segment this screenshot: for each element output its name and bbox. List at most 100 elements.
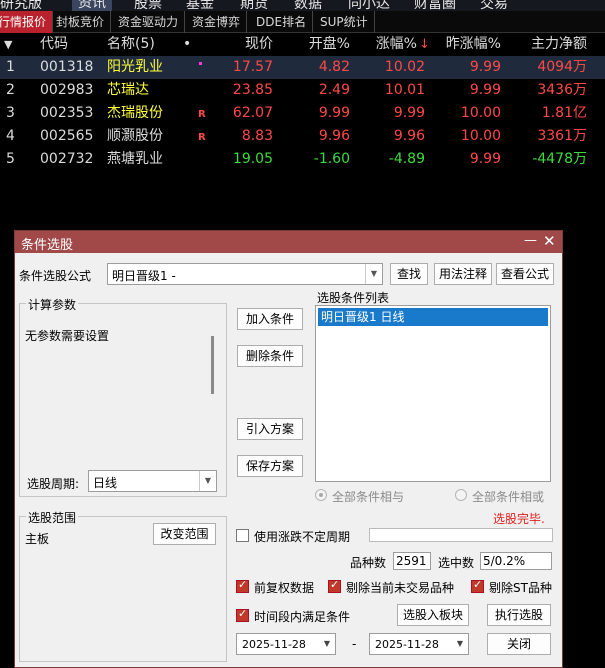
- row-prev-change-pct: 10.00: [460, 105, 501, 121]
- chevron-down-icon[interactable]: ▼: [452, 634, 468, 654]
- exclude-untraded-label: 剔除当前未交易品种: [346, 581, 455, 595]
- table-row[interactable]: 4 002565 顺灏股份 R 8.83 9.96 9.96 10.00 336…: [0, 125, 605, 148]
- close-icon[interactable]: ✕: [543, 232, 556, 250]
- row-index: 4: [6, 128, 15, 144]
- row-index: 5: [6, 151, 15, 167]
- header-net-inflow[interactable]: 主力净额: [505, 33, 587, 56]
- menu-item-futures[interactable]: 期货: [240, 0, 268, 11]
- menu-item-fund[interactable]: 基金: [186, 0, 214, 11]
- radio-and[interactable]: [315, 489, 327, 501]
- row-price: 19.05: [232, 151, 273, 167]
- date-from-picker[interactable]: 2025-11-28 ▼: [236, 633, 336, 655]
- menu-item-info[interactable]: 资讯: [72, 0, 112, 11]
- fq-data-checkbox[interactable]: [236, 578, 249, 593]
- menu-item-stock[interactable]: 股票: [134, 0, 162, 11]
- table-row[interactable]: 3 002353 杰瑞股份 R 62.07 9.99 9.99 10.00 1.…: [0, 102, 605, 125]
- menu-item-data[interactable]: 数据: [294, 0, 322, 11]
- view-formula-button[interactable]: 查看公式: [496, 263, 554, 285]
- minimize-icon[interactable]: —: [524, 233, 537, 248]
- tab-capital-drive[interactable]: 资金驱动力: [112, 11, 186, 33]
- row-change-pct: 9.96: [393, 128, 425, 144]
- row-net-inflow: 3436万: [537, 82, 587, 98]
- period-label: 选股周期:: [27, 477, 80, 491]
- row-name: 杰瑞股份: [107, 105, 163, 121]
- header-price[interactable]: 现价: [200, 33, 273, 56]
- uncertain-period-field[interactable]: [369, 528, 553, 542]
- dialog-title: 条件选股: [21, 238, 74, 253]
- row-net-inflow: 3361万: [537, 128, 587, 144]
- add-condition-button[interactable]: 加入条件: [237, 308, 303, 330]
- tab-limit-bidding[interactable]: 封板竞价: [50, 11, 112, 33]
- dialog-titlebar[interactable]: 条件选股 — ✕: [15, 231, 562, 253]
- add-to-block-button[interactable]: 选股入板块: [397, 604, 469, 626]
- condition-list[interactable]: 明日晋级1 日线: [315, 305, 551, 482]
- scroll-thumb[interactable]: [211, 336, 214, 394]
- list-item[interactable]: 明日晋级1 日线: [318, 308, 548, 326]
- range-group-title: 选股范围: [26, 509, 79, 526]
- menu-item-trade[interactable]: 交易: [480, 0, 508, 11]
- import-plan-button[interactable]: 引入方案: [237, 418, 303, 440]
- chevron-down-icon[interactable]: ▼: [365, 264, 382, 284]
- delete-condition-button[interactable]: 删除条件: [237, 345, 303, 367]
- radio-or-label: 全部条件相或: [472, 490, 545, 504]
- condition-select-dialog: 条件选股 — ✕ 条件选股公式 明日晋级1 - ▼ 查找 用法注释 查看公式 计…: [14, 230, 563, 668]
- table-header: ▼ 代码 名称(5) • 现价 开盘% 涨幅% ↓ 昨涨幅% 主力净额: [0, 33, 605, 56]
- usage-notes-button[interactable]: 用法注释: [434, 263, 492, 285]
- date-from-value: 2025-11-28: [242, 638, 306, 651]
- header-menu-arrow-icon[interactable]: ▼: [4, 33, 12, 56]
- row-code: 001318: [40, 59, 94, 75]
- exclude-untraded-checkbox[interactable]: [328, 578, 341, 593]
- chevron-down-icon[interactable]: ▼: [199, 471, 216, 491]
- header-code[interactable]: 代码: [40, 33, 68, 56]
- close-button[interactable]: 关闭: [487, 633, 551, 655]
- tab-quotes[interactable]: 行情报价: [0, 11, 54, 33]
- chevron-down-icon[interactable]: ▼: [319, 634, 335, 654]
- row-code: 002732: [40, 151, 94, 167]
- row-net-inflow: 4094万: [537, 59, 587, 75]
- params-group: 计算参数 无参数需要设置 选股周期: 日线 ▼: [19, 296, 227, 497]
- header-change-pct[interactable]: 涨幅%: [355, 33, 417, 56]
- row-name: 芯瑞达: [107, 82, 149, 98]
- time-range-label: 时间段内满足条件: [254, 610, 351, 624]
- sort-desc-icon: ↓: [419, 37, 430, 52]
- menu-item-tongxiaoda[interactable]: 同小达: [348, 0, 390, 11]
- radio-and-label: 全部条件相与: [332, 490, 405, 504]
- radio-or[interactable]: [455, 489, 467, 501]
- change-range-button[interactable]: 改变范围: [153, 523, 216, 545]
- formula-select[interactable]: 明日晋级1 - ▼: [107, 263, 383, 285]
- table-row[interactable]: 1 001318 阳光乳业 17.57 4.82 10.02 9.99 4094…: [0, 56, 605, 79]
- date-separator: -: [352, 637, 357, 651]
- save-plan-button[interactable]: 保存方案: [237, 455, 303, 477]
- header-open-pct[interactable]: 开盘%: [280, 33, 350, 56]
- row-price: 8.83: [241, 128, 273, 144]
- row-prev-change-pct: 9.99: [469, 59, 501, 75]
- exclude-st-checkbox[interactable]: [471, 578, 484, 593]
- table-row[interactable]: 2 002983 芯瑞达 23.85 2.49 10.01 9.99 3436万: [0, 79, 605, 102]
- tab-sup-stats[interactable]: SUP统计: [314, 11, 375, 33]
- table-row[interactable]: 5 002732 燕塘乳业 19.05 -1.60 -4.89 9.99 -44…: [0, 148, 605, 171]
- row-open-pct: 9.96: [318, 128, 350, 144]
- date-to-picker[interactable]: 2025-11-28 ▼: [369, 633, 469, 655]
- header-name[interactable]: 名称(5): [107, 33, 155, 56]
- row-name: 阳光乳业: [107, 59, 163, 75]
- params-text: 无参数需要设置: [25, 329, 110, 343]
- range-value: 主板: [25, 532, 50, 546]
- tab-capital-game[interactable]: 资金博弈: [186, 11, 248, 33]
- header-prev-change-pct[interactable]: 昨涨幅%: [430, 33, 501, 56]
- formula-value: 明日晋级1 -: [112, 269, 176, 283]
- row-change-pct: 10.01: [384, 82, 425, 98]
- menu-item-wealth[interactable]: 财富圈: [414, 0, 456, 11]
- params-scrollbar[interactable]: [208, 318, 220, 444]
- find-button[interactable]: 查找: [390, 263, 428, 285]
- menu-item-research[interactable]: 研究版: [0, 0, 42, 11]
- condition-list-label: 选股条件列表: [317, 291, 390, 305]
- uncertain-period-checkbox[interactable]: [236, 529, 249, 542]
- time-range-checkbox[interactable]: [236, 607, 249, 622]
- range-group: 选股范围 主板 改变范围: [19, 509, 227, 662]
- period-select[interactable]: 日线 ▼: [88, 470, 217, 492]
- row-net-inflow: 1.81亿: [541, 105, 587, 121]
- execute-button[interactable]: 执行选股: [487, 604, 551, 626]
- tab-dde-rank[interactable]: DDE排名: [250, 11, 314, 33]
- date-to-value: 2025-11-28: [375, 638, 439, 651]
- header-mark: •: [183, 36, 192, 52]
